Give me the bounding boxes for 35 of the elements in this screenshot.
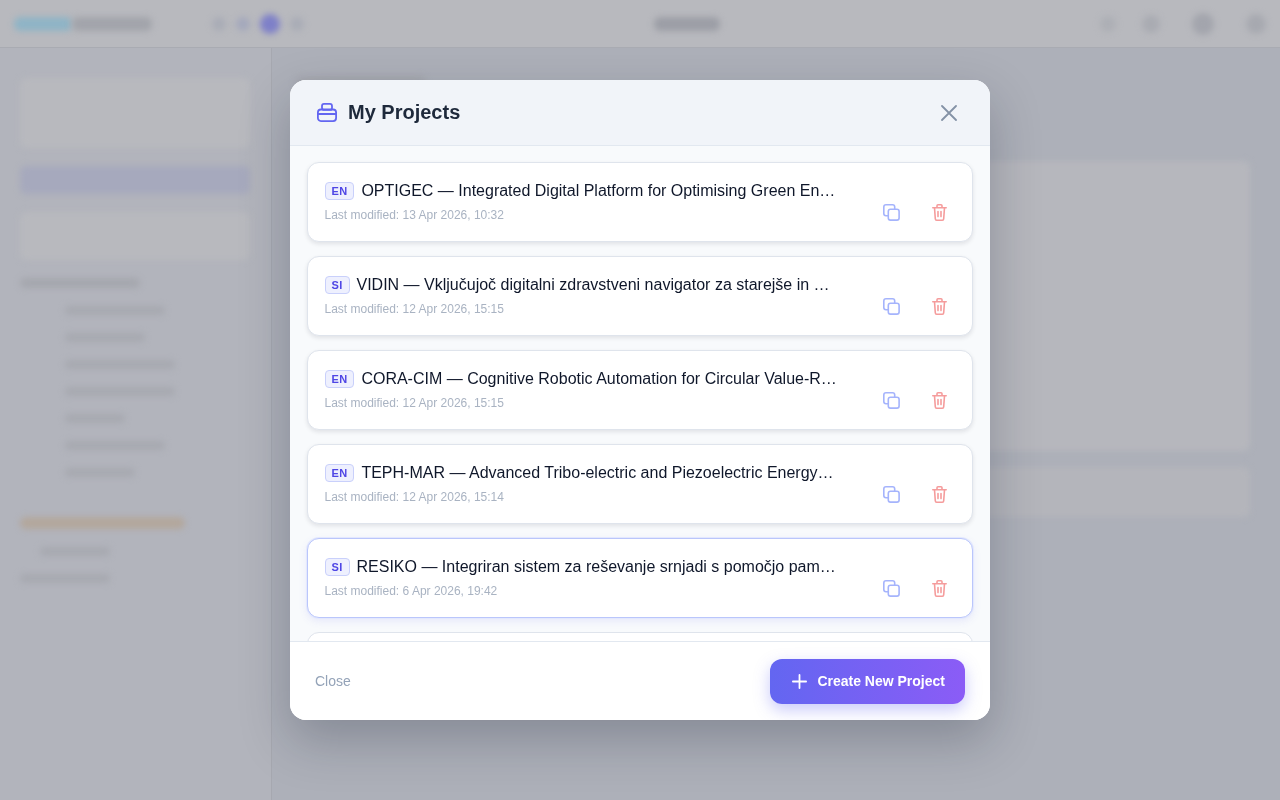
plus-icon <box>792 673 808 689</box>
copy-icon <box>882 297 900 315</box>
project-card[interactable]: SI VIDIN — Vključujoč digitalni zdravstveni navigator za starejše in … Last modified: 12 Apr 2026, 15:15 <box>307 256 973 336</box>
copy-icon <box>882 485 900 503</box>
language-tag: EN <box>324 370 355 388</box>
trash-icon <box>931 579 947 597</box>
create-project-button[interactable]: Create New Project <box>770 658 965 704</box>
trash-icon <box>931 391 947 409</box>
last-modified-text: Last modified: 12 Apr 2026, 15:15 <box>324 301 505 317</box>
last-modified-text: Last modified: 6 Apr 2026, 19:42 <box>324 583 499 599</box>
project-card[interactable]: SI RESIKO — Integriran sistem za reševanje srnjadi s pomočjo pam… Last modified: 6 Apr 2026, 19:42 <box>307 538 973 618</box>
dialog-title: My Projects <box>348 101 462 124</box>
language-tag: EN <box>324 464 355 482</box>
trash-icon <box>931 297 947 315</box>
project-card[interactable]: EN TEPH-MAR — Advanced Tribo-electric and Piezoelectric Energy… Last modified: 12 Apr 2026, 15:14 <box>307 444 973 524</box>
language-tag: EN <box>324 182 355 200</box>
copy-icon <box>882 203 900 221</box>
language-tag: SI <box>324 558 350 576</box>
copy-icon <box>882 391 900 409</box>
stacked-boxes-icon <box>317 103 337 122</box>
last-modified-text: Last modified: 12 Apr 2026, 15:15 <box>324 395 505 411</box>
copy-icon <box>882 579 900 597</box>
project-title: RESIKO — Integriran sistem za reševanje srnjadi s pomočjo pam… <box>356 558 836 576</box>
project-card[interactable]: EN OPTIGEC — Integrated Digital Platform for Optimising Green En… Last modified: 13 Apr 2026, 10:32 <box>307 162 973 242</box>
trash-icon <box>931 203 947 221</box>
language-tag: SI <box>324 276 350 294</box>
project-card[interactable]: EN CORA-CIM — Cognitive Robotic Automation for Circular Value-R… Last modified: 12 Apr 2026, 15:15 <box>307 350 973 430</box>
project-title: OPTIGEC — Integrated Digital Platform for Optimising Green En… <box>361 182 836 200</box>
last-modified-text: Last modified: 12 Apr 2026, 15:14 <box>324 489 505 505</box>
project-title: CORA-CIM — Cognitive Robotic Automation for Circular Value-R… <box>361 370 837 388</box>
trash-icon <box>931 485 947 503</box>
close-icon <box>941 104 957 121</box>
last-modified-text: Last modified: 13 Apr 2026, 10:32 <box>324 207 505 223</box>
project-title: VIDIN — Vključujoč digitalni zdravstveni navigator za starejše in … <box>356 276 830 294</box>
project-title: TEPH-MAR — Advanced Tribo-electric and Piezoelectric Energy… <box>361 464 834 482</box>
